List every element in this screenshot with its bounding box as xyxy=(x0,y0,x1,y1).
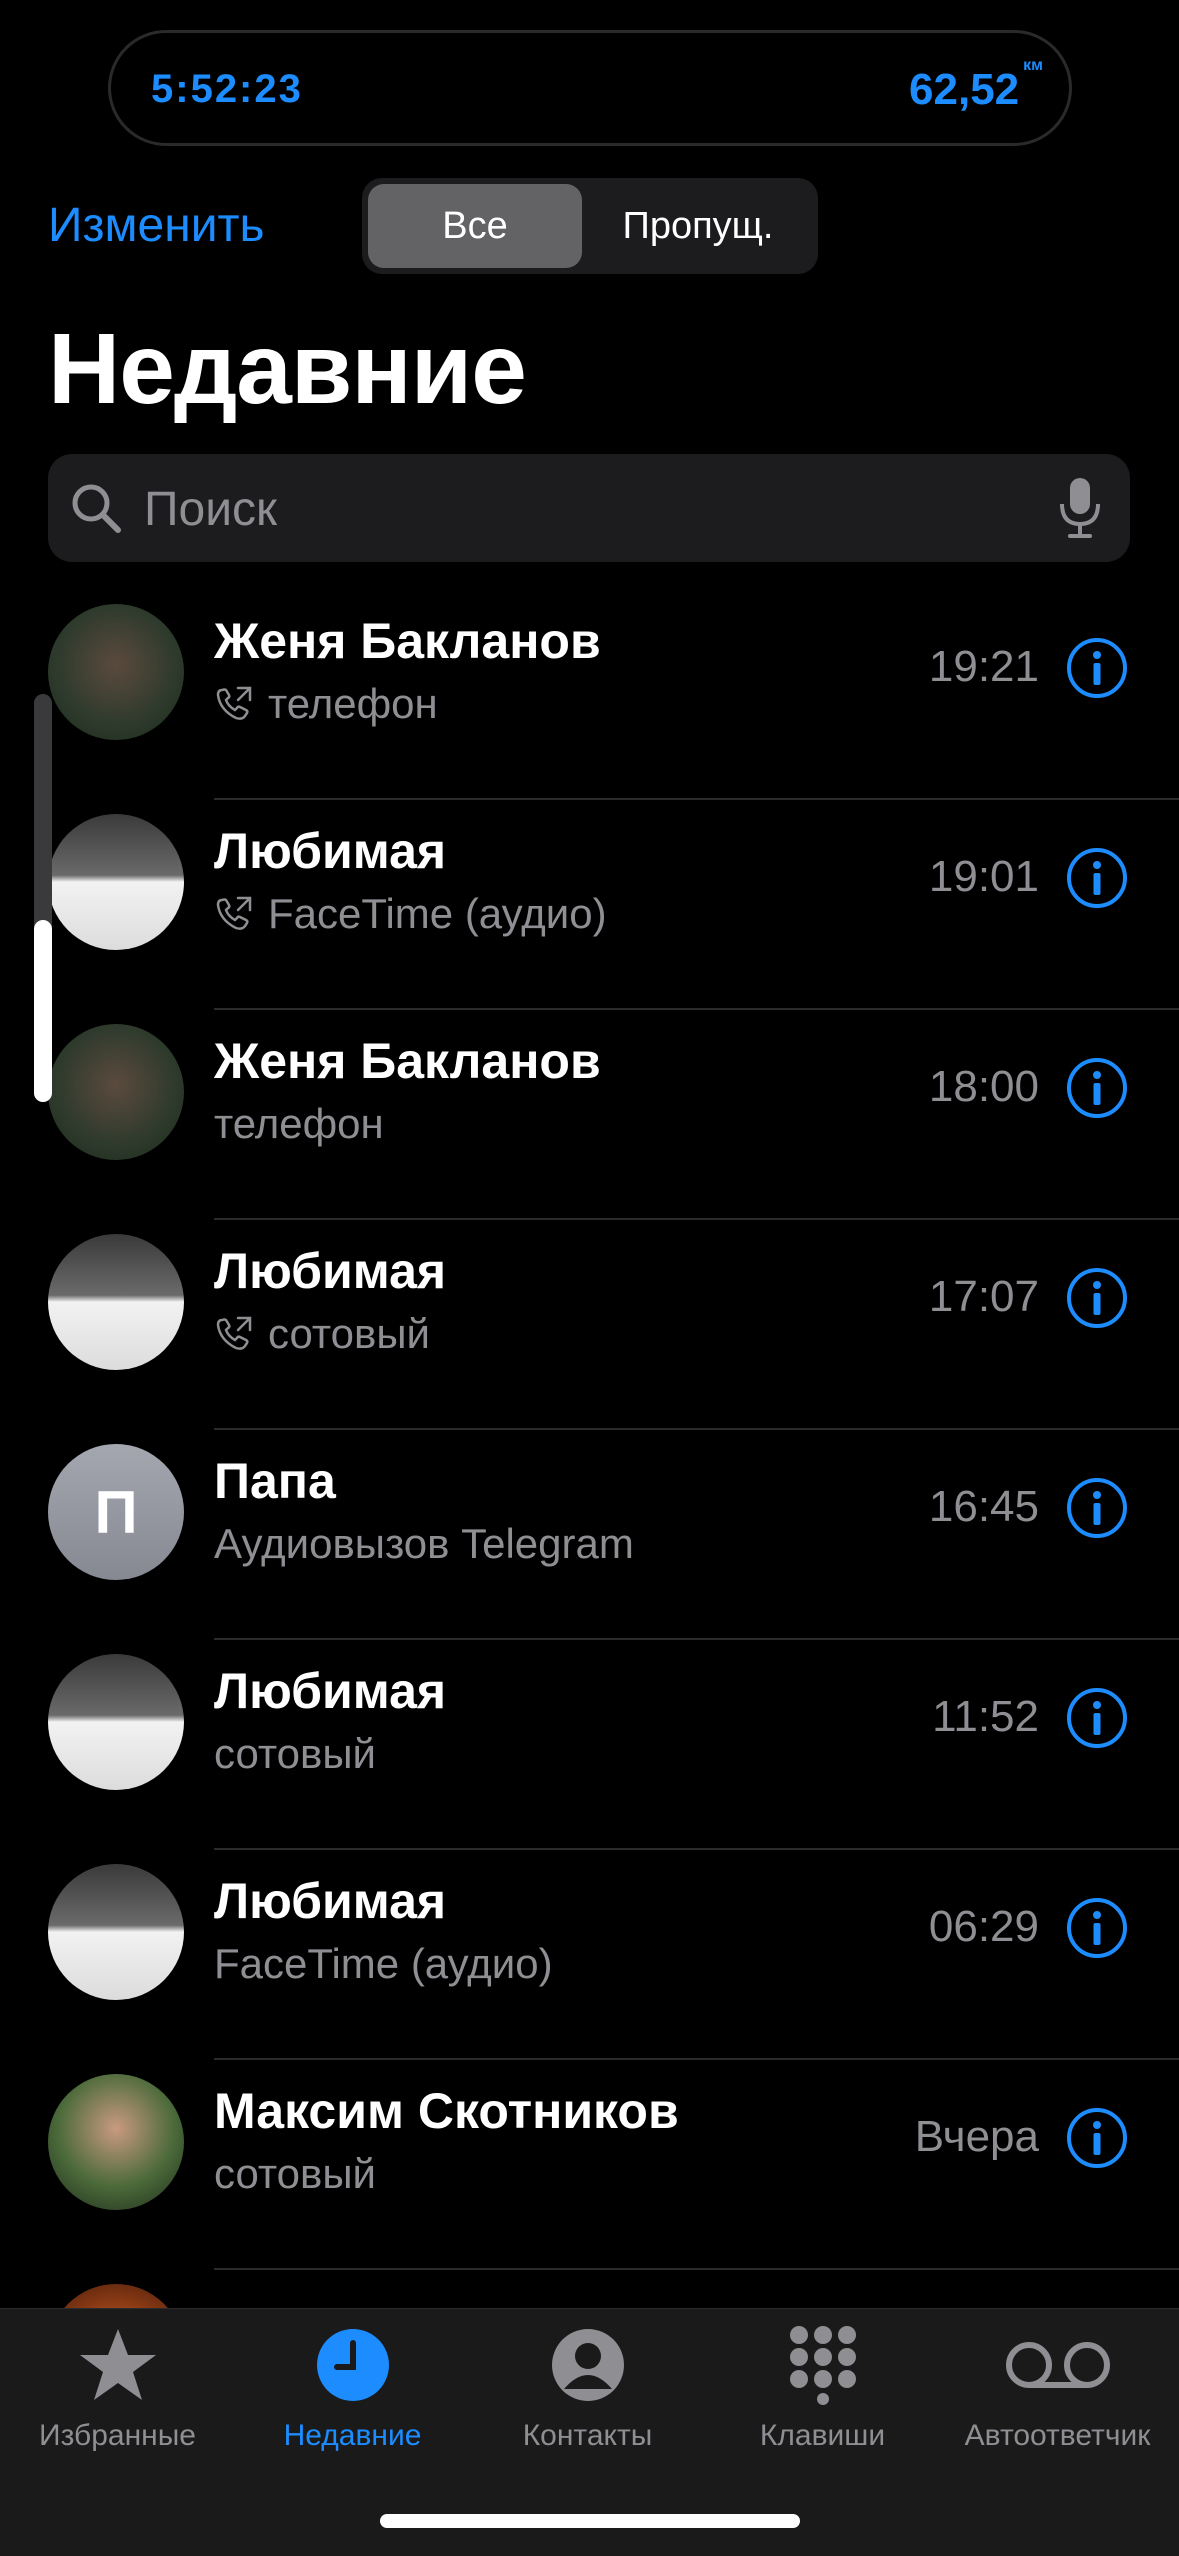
avatar xyxy=(48,814,184,950)
info-icon[interactable] xyxy=(1065,1476,1129,1540)
call-type-label: телефон xyxy=(214,1100,384,1147)
scroll-indicator[interactable] xyxy=(34,694,52,1102)
tab-voicemail[interactable]: Автоответчик xyxy=(940,2325,1175,2453)
call-detail: Аудиовызов Telegram xyxy=(214,1520,634,1568)
avatar xyxy=(48,1234,184,1370)
tab-label: Недавние xyxy=(283,2419,422,2452)
call-type-label: FaceTime (аудио) xyxy=(268,890,607,937)
workout-timer: 5:52:23 xyxy=(151,67,303,111)
avatar xyxy=(48,604,184,740)
tab-label: Автоответчик xyxy=(964,2419,1151,2452)
call-time: 16:45 xyxy=(928,1482,1039,1531)
info-icon[interactable] xyxy=(1065,2106,1129,2170)
call-detail: FaceTime (аудио) xyxy=(214,1940,553,1988)
info-icon[interactable] xyxy=(1065,636,1129,700)
tab-recents[interactable]: Недавние xyxy=(235,2325,470,2453)
call-row[interactable]: Любимая сотовый 11:52 xyxy=(0,1640,1179,1850)
contact-name: Максим Скотников xyxy=(214,2083,679,2139)
phone-recents-screen: 5:52:23 62,52 км Изменить Все Пропущ. Нед… xyxy=(0,0,1179,2556)
clock-icon xyxy=(316,2329,389,2401)
info-icon[interactable] xyxy=(1065,1056,1129,1120)
call-time: 06:29 xyxy=(928,1902,1039,1951)
call-type-label: FaceTime (аудио) xyxy=(214,1940,553,1987)
tab-label: Избранные xyxy=(39,2419,196,2452)
outgoing-call-icon xyxy=(216,1316,252,1350)
contact-name: Любимая xyxy=(214,1243,447,1299)
avatar xyxy=(48,1024,184,1160)
workout-distance: 62,52 км xyxy=(909,57,1043,114)
call-time: 19:21 xyxy=(928,642,1039,691)
recent-calls-list: Женя Бакланов телефон 19:21 Любимая FaceTime… xyxy=(0,590,1179,2480)
call-row[interactable]: Женя Бакланов телефон 18:00 xyxy=(0,1010,1179,1220)
call-detail: сотовый xyxy=(214,1730,376,1778)
segment-all[interactable]: Все xyxy=(368,184,582,268)
avatar xyxy=(48,2074,184,2210)
call-time: 17:07 xyxy=(928,1272,1039,1321)
call-row[interactable]: Любимая сотовый 17:07 xyxy=(0,1220,1179,1430)
scroll-thumb[interactable] xyxy=(34,920,52,1102)
contact-name: Женя Бакланов xyxy=(214,1033,601,1089)
contact-name: Любимая xyxy=(214,823,447,879)
call-time: 19:01 xyxy=(928,852,1039,901)
call-type-label: Аудиовызов Telegram xyxy=(214,1520,634,1567)
search-input[interactable]: Поиск xyxy=(144,482,277,537)
info-icon[interactable] xyxy=(1065,1896,1129,1960)
info-icon[interactable] xyxy=(1065,1686,1129,1750)
contact-name: Папа xyxy=(214,1453,336,1509)
call-detail: телефон xyxy=(214,680,438,728)
info-icon[interactable] xyxy=(1065,1266,1129,1330)
call-type-label: сотовый xyxy=(214,1730,376,1777)
contact-name: Любимая xyxy=(214,1873,447,1929)
tab-keypad[interactable]: Клавиши xyxy=(705,2325,940,2453)
page-title: Недавние xyxy=(48,313,527,425)
call-time: 18:00 xyxy=(928,1062,1039,1111)
segment-missed[interactable]: Пропущ. xyxy=(584,184,812,268)
star-icon xyxy=(79,2329,156,2400)
microphone-icon[interactable] xyxy=(1058,476,1102,540)
contact-name: Женя Бакланов xyxy=(214,613,601,669)
tab-contacts[interactable]: Контакты xyxy=(470,2325,705,2453)
call-row[interactable]: Любимая FaceTime (аудио) 06:29 xyxy=(0,1850,1179,2060)
call-time: Вчера xyxy=(914,2112,1039,2161)
call-time: 11:52 xyxy=(932,1692,1039,1741)
tab-label: Контакты xyxy=(522,2419,653,2452)
call-row[interactable]: Максим Скотников сотовый Вчера xyxy=(0,2060,1179,2270)
call-type-label: сотовый xyxy=(214,2150,376,2197)
call-row[interactable]: П Папа Аудиовызов Telegram 16:45 xyxy=(0,1430,1179,1640)
tab-favorites[interactable]: Избранные xyxy=(0,2325,235,2453)
info-icon[interactable] xyxy=(1065,846,1129,910)
live-activity[interactable]: 5:52:23 62,52 км xyxy=(108,30,1072,146)
call-detail: FaceTime (аудио) xyxy=(214,890,607,938)
home-indicator[interactable] xyxy=(380,2514,800,2528)
avatar xyxy=(48,1864,184,2000)
contact-name: Любимая xyxy=(214,1663,447,1719)
call-detail: сотовый xyxy=(214,1310,430,1358)
call-row[interactable]: Женя Бакланов телефон 19:21 xyxy=(0,590,1179,800)
call-row[interactable]: Любимая FaceTime (аудио) 19:01 xyxy=(0,800,1179,1010)
call-detail: телефон xyxy=(214,1100,384,1148)
person-icon xyxy=(551,2329,624,2401)
edit-button[interactable]: Изменить xyxy=(48,198,265,253)
call-detail: сотовый xyxy=(214,2150,376,2198)
voicemail-icon xyxy=(1005,2342,1110,2388)
keypad-icon xyxy=(789,2326,856,2405)
call-type-label: телефон xyxy=(268,680,438,727)
filter-segmented-control: Все Пропущ. xyxy=(362,178,818,274)
outgoing-call-icon xyxy=(216,686,252,720)
avatar: П xyxy=(48,1444,184,1580)
outgoing-call-icon xyxy=(216,896,252,930)
call-type-label: сотовый xyxy=(268,1310,430,1357)
search-field[interactable]: Поиск xyxy=(48,454,1130,562)
search-icon xyxy=(72,484,121,533)
avatar xyxy=(48,1654,184,1790)
tab-label: Клавиши xyxy=(759,2419,886,2452)
